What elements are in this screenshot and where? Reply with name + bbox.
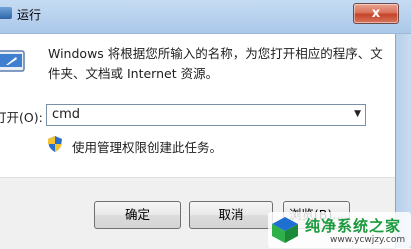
open-label: 打开(O): xyxy=(0,110,43,125)
chevron-down-icon[interactable]: ▼ xyxy=(354,109,361,119)
logo-icon xyxy=(272,217,298,243)
window-title: 运行 xyxy=(17,8,42,22)
title-bar[interactable]: 运行 x xyxy=(0,0,411,34)
dialog-description: Windows 将根据您所输入的名称，为您打开相应的程序、文件夹、文档或 Int… xyxy=(48,46,383,81)
cancel-button[interactable]: 取消 xyxy=(189,201,273,229)
open-input[interactable]: cmd xyxy=(52,107,80,122)
close-button[interactable]: x xyxy=(353,3,399,24)
watermark-title: 纯净系统之家 xyxy=(305,217,402,235)
watermark-url: www.ycwjzy.com xyxy=(330,235,406,245)
run-icon xyxy=(0,50,25,72)
run-icon xyxy=(0,7,12,19)
open-combobox[interactable]: cmd ▼ xyxy=(46,104,366,126)
watermark: 纯净系统之家 www.ycwjzy.com xyxy=(268,212,411,248)
ok-button[interactable]: 确定 xyxy=(94,201,181,229)
admin-note: 使用管理权限创建此任务。 xyxy=(72,140,223,155)
shield-icon xyxy=(48,136,62,152)
